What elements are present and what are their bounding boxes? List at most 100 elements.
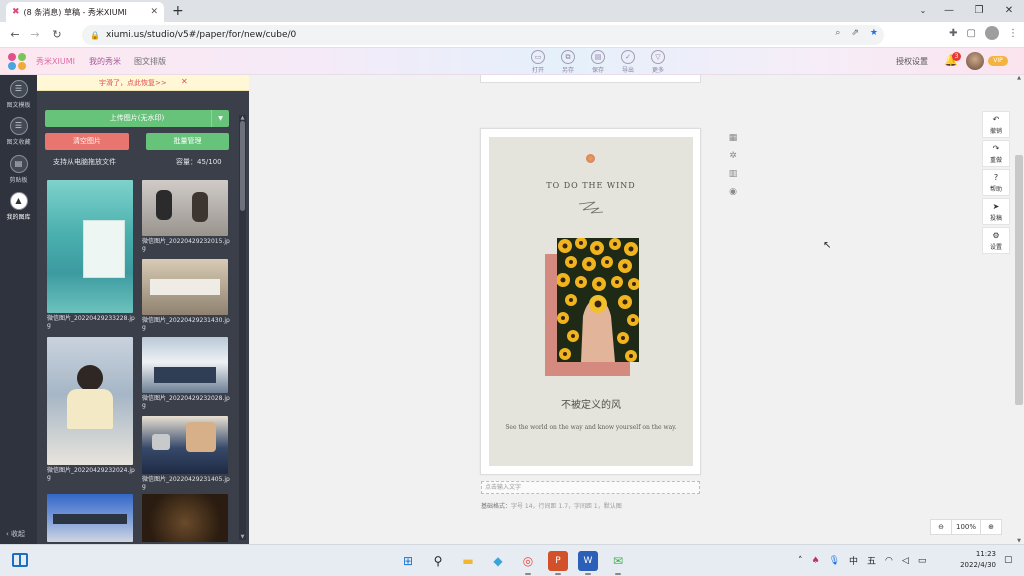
settings-button[interactable]: ⚙ 设置	[982, 227, 1010, 254]
image-thumb[interactable]	[142, 494, 228, 542]
word-icon[interactable]: W	[578, 551, 598, 575]
chrome-icon[interactable]: ◎	[518, 551, 538, 575]
brand-name[interactable]: 秀米XIUMI	[36, 56, 75, 67]
widgets-icon[interactable]	[12, 553, 28, 567]
image-thumb[interactable]	[47, 337, 133, 465]
tab-search-icon[interactable]: ⌄	[912, 0, 934, 22]
clear-images-button[interactable]: 清空图片	[45, 133, 129, 150]
batch-manage-button[interactable]: 批量管理	[146, 133, 229, 150]
bar-chart-icon[interactable]: ▥	[726, 169, 740, 187]
image-thumb[interactable]	[47, 494, 133, 542]
tooltip-close-icon[interactable]: ✕	[181, 77, 188, 86]
app-tray-icon[interactable]: ♠	[812, 556, 820, 566]
tray-overflow-icon[interactable]: ˄	[798, 556, 803, 566]
upload-dropdown-icon[interactable]: ▼	[211, 110, 229, 127]
rail-item-favorites[interactable]: ☰ 图文收藏	[0, 117, 37, 146]
submit-button[interactable]: ➤ 投稿	[982, 198, 1010, 225]
collapse-button[interactable]: ‹ 收起	[6, 529, 25, 539]
browser-menu-icon[interactable]: ⋮	[1008, 28, 1018, 39]
xiumi-logo-icon[interactable]	[8, 53, 28, 71]
file-explorer-icon[interactable]: ▬	[458, 551, 478, 571]
nav-layout[interactable]: 图文排版	[134, 56, 166, 67]
image-thumb[interactable]	[142, 259, 228, 315]
gear-icon[interactable]: ✲	[726, 151, 740, 169]
url-field[interactable]: 🔒 xiumi.us/studio/v5#/paper/for/new/cube…	[82, 25, 884, 45]
notification-center-icon[interactable]: ▢	[1004, 555, 1013, 565]
image-thumb[interactable]	[142, 416, 228, 474]
zoom-value[interactable]: 100%	[951, 520, 981, 534]
upload-label: 上传图片(无水印)	[109, 114, 165, 122]
rail-item-templates[interactable]: ☰ 图文模板	[0, 80, 37, 109]
canvas-scroll-thumb[interactable]	[1015, 155, 1023, 405]
battery-icon[interactable]: ▭	[918, 556, 927, 566]
tab-close-icon[interactable]: ✕	[150, 7, 158, 17]
back-icon[interactable]: ←	[4, 22, 26, 48]
upload-button[interactable]: 上传图片(无水印) ▼	[45, 110, 229, 127]
thumb-figure	[67, 389, 113, 429]
image-caption: 微信图片_20220429232015.jpg	[142, 238, 230, 252]
zoom-out-icon[interactable]: ⊖	[931, 520, 951, 534]
reload-icon[interactable]: ↻	[46, 22, 68, 48]
more-button[interactable]: ▽ 更多	[648, 50, 668, 74]
grid-icon[interactable]: ▦	[726, 133, 740, 151]
zoom-in-icon[interactable]: ⊕	[981, 520, 1001, 534]
clipboard-icon: ▤	[9, 155, 28, 173]
poster-title-en[interactable]: TO DO THE WIND	[489, 181, 693, 190]
nav-my-xiumi[interactable]: 我的秀米	[89, 56, 121, 67]
windows-start-icon[interactable]: ⊞	[398, 551, 418, 571]
sidepanel-icon[interactable]: ▢	[967, 28, 976, 39]
scroll-down-icon[interactable]: ▼	[239, 534, 246, 540]
image-thumb[interactable]	[142, 180, 228, 236]
canvas-scroll-up-icon[interactable]: ▲	[1014, 75, 1024, 81]
redo-button[interactable]: ↷ 重做	[982, 140, 1010, 167]
vip-badge[interactable]: VIP	[988, 56, 1008, 66]
bookmark-star-icon[interactable]: ★	[870, 28, 878, 38]
image-thumb[interactable]	[142, 337, 228, 393]
zoom-glass-icon[interactable]: ⌕	[835, 28, 840, 38]
close-window-icon[interactable]: ✕	[994, 0, 1024, 22]
share-icon[interactable]: ⇗	[851, 28, 859, 38]
templates-icon: ☰	[9, 80, 28, 98]
panel-scroll-thumb[interactable]	[240, 121, 245, 211]
text-input-area[interactable]: 点击输入文字	[481, 481, 700, 494]
wifi-icon[interactable]: ◠	[885, 556, 893, 566]
undo-button[interactable]: ↶ 撤销	[982, 111, 1010, 138]
ime-mode-indicator[interactable]: 五	[867, 554, 876, 567]
canvas-scrollbar[interactable]: ▲ ▼	[1014, 75, 1024, 544]
open-button[interactable]: ▭ 打开	[528, 50, 548, 74]
extensions-icon[interactable]: ✚	[949, 28, 957, 39]
new-tab-icon[interactable]: +	[172, 3, 184, 19]
poster-subtitle-en[interactable]: See the world on the way and know yourse…	[489, 422, 693, 433]
export-button[interactable]: ✓ 导出	[618, 50, 638, 74]
open-label: 打开	[531, 67, 544, 74]
restore-tooltip[interactable]: 宇滑了，点此恢复>> ✕	[37, 75, 249, 91]
profile-avatar[interactable]	[985, 26, 999, 40]
poster-title-zh[interactable]: 不被定义的风	[489, 396, 693, 411]
forward-icon[interactable]: →	[24, 22, 46, 48]
sunflower-photo[interactable]	[557, 238, 639, 362]
browser-tab[interactable]: ✖ (8 条消息) 草稿 - 秀米XIUMI ✕	[6, 2, 164, 22]
volume-icon[interactable]: ◁	[902, 556, 909, 566]
save-button[interactable]: ▤ 保存	[588, 50, 608, 74]
microphone-icon[interactable]: 🎙	[829, 556, 840, 566]
wechat-icon[interactable]: ✉	[608, 551, 628, 575]
save-as-button[interactable]: ⧉ 另存	[558, 50, 578, 74]
rail-item-gallery[interactable]: ▲ 我的图库	[0, 192, 37, 221]
image-thumb[interactable]	[47, 180, 133, 313]
panel-scrollbar[interactable]: ▲ ▼	[239, 115, 246, 540]
ime-indicator[interactable]: 中	[849, 554, 858, 567]
restore-icon[interactable]: ❐	[964, 0, 994, 22]
eye-icon[interactable]: ◉	[726, 187, 740, 205]
system-tray: ˄ ♠ 🎙 中 五 ◠ ◁ ▭	[798, 554, 927, 568]
minimize-icon[interactable]: —	[934, 0, 964, 22]
user-avatar[interactable]	[966, 52, 984, 70]
powerpoint-icon[interactable]: P	[548, 551, 568, 575]
taskbar-clock[interactable]: 11:23 2022/4/30	[950, 549, 996, 571]
auth-settings-link[interactable]: 授权设置	[896, 56, 928, 67]
search-icon[interactable]: ⚲	[428, 551, 448, 571]
rail-item-clipboard[interactable]: ▤ 剪贴板	[0, 155, 37, 184]
help-button[interactable]: ? 帮助	[982, 169, 1010, 196]
previous-block[interactable]	[480, 75, 701, 83]
store-icon[interactable]: ◆	[488, 551, 508, 571]
lock-icon: 🔒	[90, 30, 100, 40]
